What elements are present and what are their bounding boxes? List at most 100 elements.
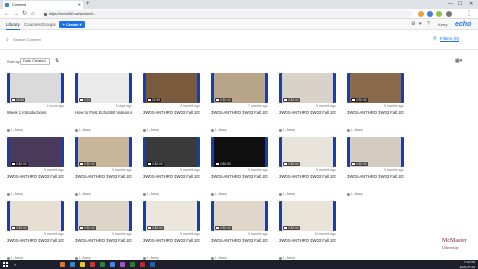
- video-camera-icon: [284, 163, 287, 165]
- card-title[interactable]: 3W03-ANTHRO 3W03 Fall 2019: [75, 238, 132, 243]
- video-thumbnail[interactable]: 2:52:00: [7, 137, 64, 167]
- duration-badge: 2:52:00: [79, 162, 96, 166]
- card-title[interactable]: 3W03-ANTHRO 3W03 Fall 2019: [279, 174, 336, 179]
- video-camera-icon: [80, 227, 83, 229]
- card-date: 9 months ago: [248, 168, 268, 172]
- duration-text: 2:52:00: [84, 226, 95, 230]
- duration-text: 2:52:00: [288, 98, 299, 102]
- media-card[interactable]: 2:52:00 9 months ago 3W03-ANTHRO 3W03 Fall…: [211, 201, 268, 264]
- duration-badge: 26:58: [11, 98, 25, 102]
- taskbar-clock[interactable]: 7:10 PM 2020-07-09: [460, 260, 475, 269]
- owner-name: L. Avery: [11, 192, 23, 196]
- card-date: 10 months ago: [314, 232, 336, 236]
- media-card[interactable]: 2:52:00 9 months ago 3W03-ANTHRO 3W03 Fall…: [7, 201, 64, 264]
- video-thumbnail[interactable]: 2:52:00: [279, 201, 336, 231]
- card-title[interactable]: 3W03-ANTHRO 3W03 Fall 2019: [7, 238, 64, 243]
- app-icon[interactable]: [100, 262, 105, 267]
- chrome-icon[interactable]: [110, 262, 115, 267]
- video-thumbnail[interactable]: 2:52:00: [279, 137, 336, 167]
- media-card[interactable]: 2:52:00 9 months ago 3W03-ANTHRO 3W03 Fall…: [75, 201, 132, 264]
- card-title[interactable]: 3W03-ANTHRO 3W03 Fall 2019: [211, 110, 268, 115]
- taskbar-search-icon[interactable]: ⌕: [14, 262, 16, 267]
- app-icon[interactable]: [150, 262, 155, 267]
- duration-badge: 2:52:00: [283, 226, 300, 230]
- card-owner: L. Avery: [211, 192, 227, 196]
- media-card[interactable]: 2:52:00 8 months ago 3W03-ANTHRO 3W03 Fall…: [7, 137, 64, 200]
- owner-name: L. Avery: [79, 128, 91, 132]
- media-card[interactable]: 2:52:00 9 months ago 3W03-ANTHRO 3W03 Fall…: [279, 137, 336, 200]
- card-date: 8 months ago: [384, 104, 404, 108]
- media-card[interactable]: 2:22 5 days ago How to Post Echo360 Videos…: [75, 73, 132, 136]
- person-icon: [279, 128, 282, 132]
- app-icon[interactable]: [130, 262, 135, 267]
- card-title[interactable]: Week 1 Introductions: [7, 110, 64, 115]
- person-icon: [75, 128, 78, 132]
- video-thumbnail[interactable]: 2:52:00: [75, 137, 132, 167]
- video-thumbnail[interactable]: 2:52:00: [75, 201, 132, 231]
- card-title[interactable]: 3W03-ANTHRO 3W03 Fall 2019: [75, 174, 132, 179]
- app-icon[interactable]: [70, 262, 75, 267]
- owner-name: L. Avery: [215, 192, 227, 196]
- video-thumbnail[interactable]: 2:52:00: [279, 73, 336, 103]
- person-icon: [347, 192, 350, 196]
- video-thumbnail[interactable]: 26:58: [7, 73, 64, 103]
- card-title[interactable]: 3W03-ANTHRO 3W03 Fall 2019: [143, 238, 200, 243]
- media-card[interactable]: 2:52:00 10 months ago 3W03-ANTHRO 3W03 Fal…: [279, 201, 336, 264]
- video-camera-icon: [216, 163, 219, 165]
- duration-text: 2:52:00: [288, 226, 299, 230]
- video-thumbnail[interactable]: 21:59: [143, 73, 200, 103]
- app-icon[interactable]: [140, 262, 145, 267]
- media-card[interactable]: 21:59 2 months ago 3W03-ANTHRO 3W03 Fall 2…: [143, 73, 200, 136]
- card-title[interactable]: 3W03-ANTHRO 3W03 Fall 2019: [347, 174, 404, 179]
- card-title[interactable]: 3W03-ANTHRO 3W03 Fall 2019: [211, 238, 268, 243]
- card-owner: L. Avery: [347, 128, 363, 132]
- video-thumbnail[interactable]: 2:52:00: [211, 137, 268, 167]
- video-thumbnail[interactable]: 2:52:00: [211, 73, 268, 103]
- media-card[interactable]: 2:52:00 9 months ago 3W03-ANTHRO 3W03 Fall…: [279, 73, 336, 136]
- app-icon[interactable]: [90, 262, 95, 267]
- duration-text: 2:52:00: [356, 162, 367, 166]
- card-title[interactable]: 3W03-ANTHRO 3W03 Fall 2019: [279, 238, 336, 243]
- video-camera-icon: [148, 163, 151, 165]
- media-card[interactable]: 2:52:00 7 months ago 3W03-ANTHRO 3W03 Fall…: [211, 73, 268, 136]
- media-card[interactable]: 2:52:00 9 months ago 3W03-ANTHRO 3W03 Fall…: [211, 137, 268, 200]
- card-title[interactable]: 3W03-ANTHRO 3W03 Fall 2019: [279, 110, 336, 115]
- card-title[interactable]: 3W03-ANTHRO 3W03 Fall 2019: [347, 110, 404, 115]
- video-thumbnail[interactable]: 2:52:00: [7, 201, 64, 231]
- media-card[interactable]: 2:52:00 9 months ago 3W03-ANTHRO 3W03 Fall…: [143, 137, 200, 200]
- owner-name: L. Avery: [351, 128, 363, 132]
- card-title[interactable]: 3W03-ANTHRO 3W03 Fall 2019: [211, 174, 268, 179]
- media-card[interactable]: 2:52:00 9 months ago 3W03-ANTHRO 3W03 Fall…: [143, 201, 200, 264]
- media-card[interactable]: 2:52:00 9 months ago 3W03-ANTHRO 3W03 Fall…: [347, 137, 404, 200]
- video-thumbnail[interactable]: 2:52:00: [211, 201, 268, 231]
- card-owner: L. Avery: [7, 128, 23, 132]
- video-thumbnail[interactable]: 2:52:00: [347, 137, 404, 167]
- video-thumbnail[interactable]: 2:52:00: [143, 201, 200, 231]
- folder-icon[interactable]: [80, 262, 85, 267]
- video-thumbnail[interactable]: 2:22: [75, 73, 132, 103]
- media-card[interactable]: 2:52:00 8 months ago 3W03-ANTHRO 3W03 Fall…: [347, 73, 404, 136]
- video-camera-icon: [12, 227, 15, 229]
- windows-start-icon[interactable]: [3, 262, 8, 267]
- card-date: 9 months ago: [316, 168, 336, 172]
- video-camera-icon: [148, 227, 151, 229]
- duration-badge: 2:52:00: [215, 98, 232, 102]
- media-card[interactable]: 2:52:00 9 months ago 3W03-ANTHRO 3W03 Fall…: [75, 137, 132, 200]
- duration-text: 2:52:00: [220, 162, 231, 166]
- media-card[interactable]: 26:58 2 hours ago Week 1 Introductions L. A…: [7, 73, 64, 136]
- logo-line-2: University: [442, 245, 459, 250]
- app-icon[interactable]: [60, 262, 65, 267]
- video-thumbnail[interactable]: 2:52:00: [143, 137, 200, 167]
- card-title[interactable]: 3W03-ANTHRO 3W03 Fall 2019: [143, 174, 200, 179]
- card-title[interactable]: 3W03-ANTHRO 3W03 Fall 2019: [143, 110, 200, 115]
- duration-badge: 2:52:00: [283, 98, 300, 102]
- card-date: 9 months ago: [248, 232, 268, 236]
- video-thumbnail[interactable]: 2:52:00: [347, 73, 404, 103]
- owner-name: L. Avery: [283, 128, 295, 132]
- card-title[interactable]: How to Post Echo360 Videos in Avenue: [75, 110, 132, 115]
- person-icon: [279, 192, 282, 196]
- card-date: 9 months ago: [180, 168, 200, 172]
- card-title[interactable]: 3W03-ANTHRO 3W03 Fall 2019: [7, 174, 64, 179]
- app-icon[interactable]: [120, 262, 125, 267]
- duration-text: 2:52:00: [220, 98, 231, 102]
